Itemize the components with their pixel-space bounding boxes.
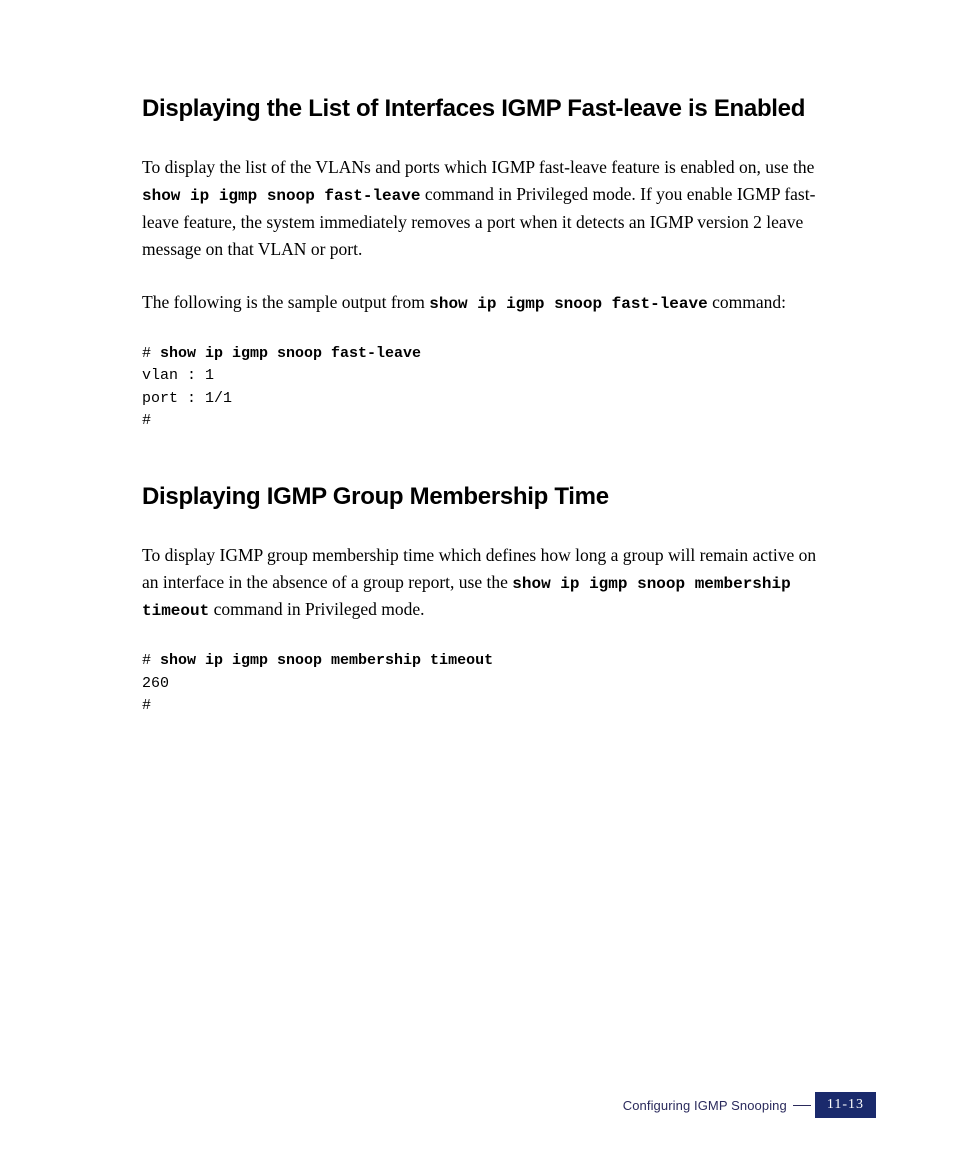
paragraph-membership-intro: To display IGMP group membership time wh… [142, 542, 834, 625]
code-prompt: # [142, 345, 160, 362]
section-heading-membership-time: Displaying IGMP Group Membership Time [142, 483, 834, 512]
code-output-line: # [142, 412, 151, 429]
code-output-line: port : 1/1 [142, 390, 232, 407]
paragraph-fast-leave-sample: The following is the sample output from … [142, 289, 834, 317]
page-footer: Configuring IGMP Snooping 11-13 [623, 1092, 876, 1118]
code-output-line: vlan : 1 [142, 367, 214, 384]
text-run: The following is the sample output from [142, 292, 429, 312]
footer-chapter-title: Configuring IGMP Snooping [623, 1098, 787, 1113]
inline-command: show ip igmp snoop fast-leave [142, 187, 420, 205]
inline-command: show ip igmp snoop fast-leave [429, 295, 707, 313]
footer-divider [793, 1105, 811, 1106]
paragraph-fast-leave-intro: To display the list of the VLANs and por… [142, 154, 834, 263]
text-run: command: [708, 292, 786, 312]
page-number: 11-13 [815, 1092, 876, 1118]
text-run: command in Privileged mode. [209, 599, 424, 619]
code-output-line: # [142, 697, 151, 714]
code-block-fast-leave: # show ip igmp snoop fast-leave vlan : 1… [142, 343, 834, 433]
section-heading-fast-leave: Displaying the List of Interfaces IGMP F… [142, 95, 834, 124]
code-block-membership: # show ip igmp snoop membership timeout … [142, 650, 834, 718]
text-run: To display the list of the VLANs and por… [142, 157, 814, 177]
code-command: show ip igmp snoop membership timeout [160, 652, 493, 669]
code-prompt: # [142, 652, 160, 669]
code-command: show ip igmp snoop fast-leave [160, 345, 421, 362]
code-output-line: 260 [142, 675, 169, 692]
